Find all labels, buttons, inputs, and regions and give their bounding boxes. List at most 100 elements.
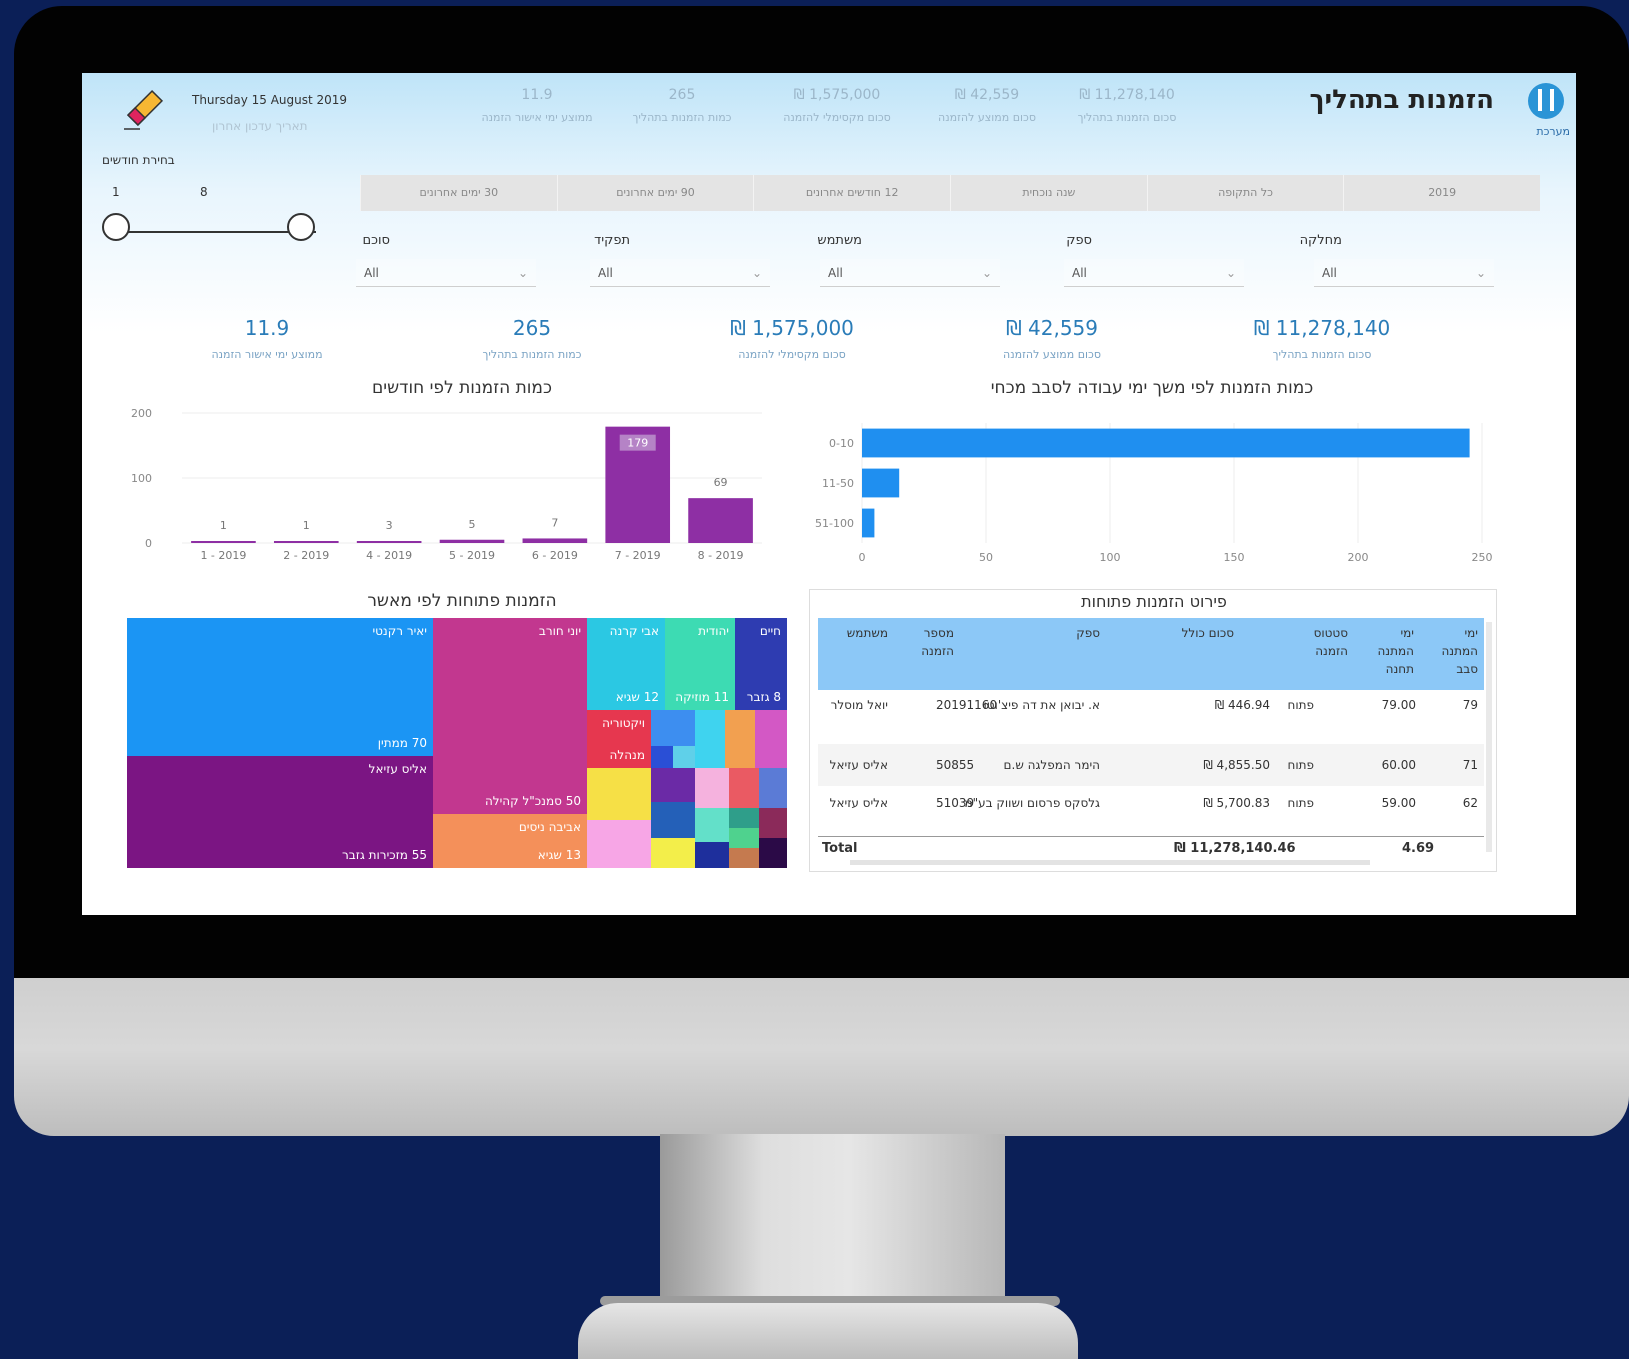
filter-label-supplier: ספק [1066, 233, 1092, 248]
treemap-tile[interactable]: חיים 8 גזבר [735, 618, 787, 710]
month-slider-max: 8 [200, 185, 208, 199]
treemap-tile-small[interactable] [759, 838, 787, 868]
table-vertical-scrollbar[interactable] [1486, 622, 1492, 852]
cell-user: אליס עזיאל [829, 758, 888, 772]
treemap-tile-small[interactable] [695, 768, 729, 808]
x-tick-label: 250 [1472, 551, 1493, 564]
bar [356, 541, 422, 543]
filter-department-select[interactable]: All ⌄ [1314, 259, 1494, 287]
filter-role-select[interactable]: All ⌄ [590, 259, 770, 287]
month-slider-min-handle[interactable] [102, 213, 130, 241]
column-header-status[interactable]: סטטוס הזמנה [1292, 624, 1348, 660]
table-horizontal-scrollbar[interactable] [850, 860, 1370, 865]
y-tick-label: 200 [131, 407, 152, 420]
months-bar-chart: 0 100 200 1 - 2019 1 2 - 2019 1 4 - 2019 3 5 - 20… [131, 407, 762, 562]
cell-amount: ₪ 446.94 [1214, 698, 1270, 712]
x-tick-label: 7 - 2019 [615, 549, 661, 562]
y-tick-label: 0-10 [829, 437, 854, 450]
top-kpi-count: 265 כמות הזמנות בתהליך [632, 87, 732, 124]
treemap-tile-small[interactable] [587, 820, 651, 868]
bar [862, 468, 900, 498]
treemap-tile-small[interactable] [729, 828, 759, 848]
treemap-tile-small[interactable] [755, 710, 787, 768]
bar [862, 508, 875, 538]
x-tick-label: 4 - 2019 [366, 549, 412, 562]
treemap-tile-small[interactable] [725, 710, 755, 768]
tab-90-days[interactable]: 90 ימים אחרונים [556, 175, 754, 211]
dashboard-screen: מערכת הזמנות בתהליך Thursday 15 August 2… [82, 73, 1576, 915]
x-tick-label: 5 - 2019 [449, 549, 495, 562]
duration-bar-chart: 0 50 100 150 200 250 0-10 11-50 51-100 [815, 423, 1493, 564]
kpi-max-amount: ₪ 1,575,000 סכום מקסימלי להזמנה [730, 316, 854, 361]
total-amount: ₪ 11,278,140.46 [1174, 841, 1296, 856]
date-label: Thursday 15 August 2019 [192, 93, 348, 107]
treemap-tile-small[interactable] [651, 802, 695, 838]
treemap-tile-small[interactable] [729, 808, 759, 828]
y-tick-label: 51-100 [815, 517, 854, 530]
table-total-row: Total ₪ 11,278,140.46 4.69 [818, 836, 1484, 860]
cell-supplier: הימר המפלגה ש.ם [1003, 758, 1100, 772]
treemap-tile-small[interactable] [587, 768, 651, 820]
data-label: 7 [551, 516, 558, 529]
kpi-average-amount: ₪ 42,559 סכום ממוצע להזמנה [1003, 316, 1101, 361]
cell-amount: ₪ 4,855.50 [1203, 758, 1270, 772]
chevron-down-icon: ⌄ [1225, 266, 1236, 280]
tab-all-period[interactable]: כל התקופה [1146, 175, 1344, 211]
monitor-chin [14, 978, 1629, 1136]
cell-wait-cycle: 79 [1462, 698, 1478, 712]
monitor-stand-foot [578, 1303, 1078, 1359]
treemap-tile[interactable]: יוני חורב 50 סמנכ"ל קהילה [433, 618, 587, 814]
table-row[interactable]: אליס עזיאל 50855 הימר המפלגה ש.ם ₪ 4,855… [818, 744, 1484, 786]
logo-text: מערכת [1536, 125, 1570, 138]
tab-2019[interactable]: 2019 [1343, 175, 1540, 211]
treemap-tile[interactable]: אבי קרנה 12 שגיא [587, 618, 665, 710]
month-slider-min: 1 [112, 185, 120, 199]
column-header-wait-cycle[interactable]: ימי המתנה סבב [1428, 624, 1478, 678]
column-header-user[interactable]: משתמש [826, 624, 888, 642]
duration-chart-title: כמות הזמנות לפי משך ימי עבודה לסבב מכחי [990, 378, 1314, 398]
treemap-tile-small[interactable] [673, 746, 695, 768]
treemap-tile-small[interactable] [695, 808, 729, 842]
cell-wait-station: 60.00 [1381, 758, 1416, 772]
column-header-supplier[interactable]: ספק [960, 624, 1100, 642]
bar [522, 538, 588, 543]
data-label: 69 [714, 476, 728, 489]
treemap-tile[interactable]: יאיר רקנטי 70 ממתין [127, 618, 433, 756]
treemap-tile-small[interactable] [695, 710, 725, 768]
bar [862, 428, 1470, 458]
tab-30-days[interactable]: 30 ימים אחרונים [360, 175, 557, 211]
tab-12-months[interactable]: 12 חודשים אחרונים [753, 175, 950, 211]
month-slider-max-handle[interactable] [287, 213, 315, 241]
filter-label-role: תפקיד [594, 233, 630, 248]
period-tabs: 30 ימים אחרונים 90 ימים אחרונים 12 חודשי… [360, 175, 1540, 211]
filter-user-select[interactable]: All ⌄ [820, 259, 1000, 287]
treemap-tile-small[interactable] [651, 746, 673, 768]
treemap-tile[interactable]: ויקטוריה מנהלה [587, 710, 651, 768]
column-header-wait-station[interactable]: ימי המתנה תחנה [1364, 624, 1414, 678]
filter-supplier-select[interactable]: All ⌄ [1064, 259, 1244, 287]
treemap-tile-small[interactable] [651, 768, 695, 802]
eraser-icon[interactable] [120, 83, 170, 133]
treemap-tile[interactable]: יהודית 11 מוזיקה [665, 618, 735, 710]
total-wait: 4.69 [1402, 841, 1435, 856]
filter-approved-select[interactable]: All ⌄ [356, 259, 536, 287]
table-title: פירוט הזמנות פתוחות [1081, 592, 1227, 611]
treemap-tile-small[interactable] [695, 842, 729, 868]
column-header-order-number[interactable]: מספר הזמנה [904, 624, 954, 660]
x-tick-label: 8 - 2019 [698, 549, 744, 562]
treemap-tile-small[interactable] [651, 838, 695, 868]
x-tick-label: 2 - 2019 [283, 549, 329, 562]
treemap-tile-small[interactable] [729, 768, 759, 808]
y-tick-label: 0 [145, 537, 152, 550]
treemap-tile-small[interactable] [729, 848, 759, 868]
column-header-amount[interactable]: סכום כולל [1164, 624, 1234, 642]
treemap-tile-small[interactable] [759, 768, 787, 808]
treemap-tile[interactable]: אביבה ניסים 13 שגיא [433, 814, 587, 868]
treemap-tile-small[interactable] [651, 710, 695, 746]
treemap-tile-small[interactable] [759, 808, 787, 838]
logo-icon [1528, 83, 1564, 119]
treemap-tile[interactable]: אליס עזיאל 55 מזכירות גזבר [127, 756, 433, 868]
bar [688, 498, 753, 543]
y-tick-label: 100 [131, 472, 152, 485]
tab-current-year[interactable]: שנה נוכחית [950, 175, 1147, 211]
